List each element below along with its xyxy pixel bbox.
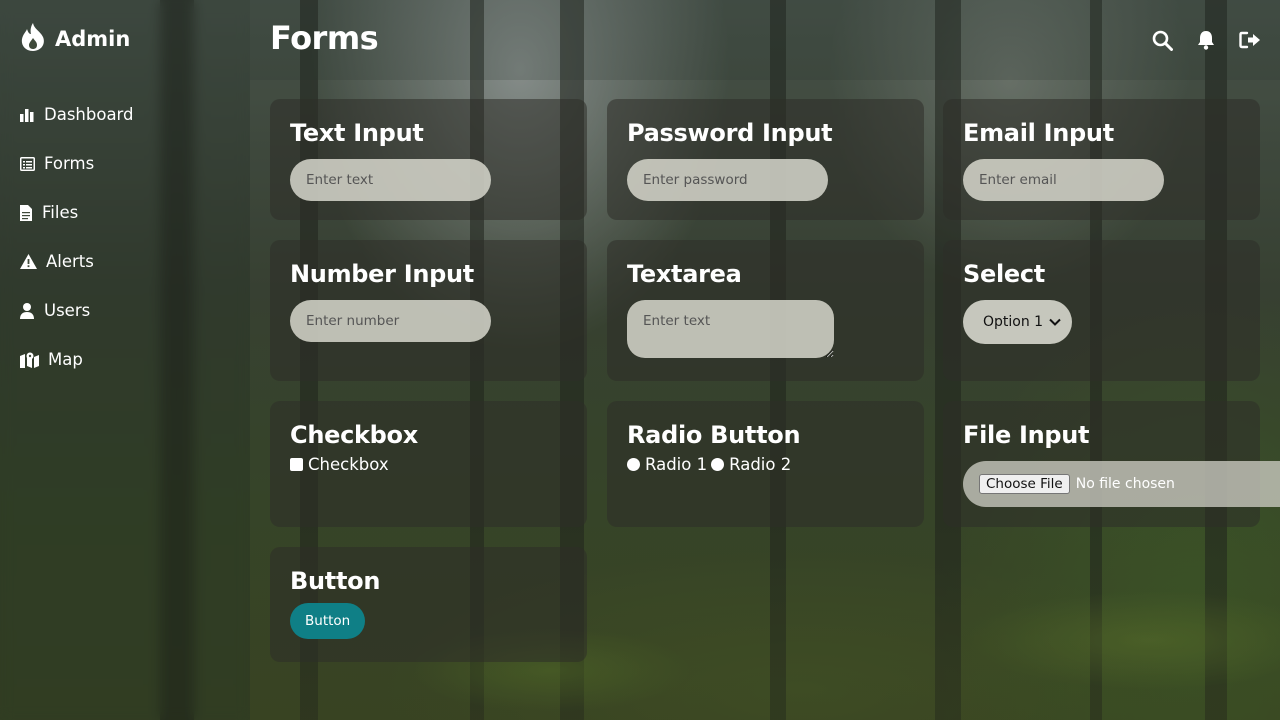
- card-title: Password Input: [627, 119, 833, 147]
- sidebar-item-users[interactable]: Users: [20, 286, 134, 335]
- select-dropdown[interactable]: Option 1: [963, 300, 1072, 344]
- primary-button[interactable]: Button: [290, 603, 366, 639]
- bell-icon[interactable]: [1194, 28, 1218, 52]
- sidebar: Admin Dashboard Forms Files Alerts Users…: [0, 0, 250, 720]
- brand-label: Admin: [55, 27, 131, 51]
- radio-button[interactable]: [711, 458, 725, 471]
- card-select: Select Option 1: [943, 240, 1260, 381]
- card-title: Button: [290, 567, 381, 595]
- card-title: Select: [963, 260, 1045, 288]
- radio-button[interactable]: [627, 458, 640, 471]
- warning-icon: [20, 254, 46, 269]
- card-number-input: Number Input: [270, 240, 587, 381]
- radio-label: Radio 1: [645, 455, 708, 474]
- radio-label: Radio 2: [729, 455, 792, 474]
- checkbox-row: Checkbox: [290, 455, 567, 474]
- card-text-input: Text Input: [270, 99, 587, 220]
- sidebar-item-forms[interactable]: Forms: [20, 139, 134, 188]
- card-title: Email Input: [963, 119, 1114, 147]
- card-title: File Input: [963, 421, 1090, 449]
- choose-file-button[interactable]: Choose File: [979, 474, 1070, 494]
- card-textarea: Textarea: [607, 240, 924, 381]
- map-icon: [20, 352, 48, 368]
- file-icon: [20, 204, 42, 221]
- brand[interactable]: Admin: [20, 22, 130, 56]
- card-checkbox: Checkbox Checkbox: [270, 401, 587, 527]
- file-status: No file chosen: [1075, 476, 1175, 492]
- bar-chart-icon: [20, 108, 44, 122]
- page-title: Forms: [270, 19, 379, 57]
- card-email-input: Email Input: [943, 99, 1260, 220]
- text-input[interactable]: [290, 159, 491, 201]
- email-input[interactable]: [963, 159, 1164, 201]
- chevron-down-icon: [1049, 314, 1061, 330]
- card-password-input: Password Input: [607, 99, 924, 220]
- select-value: Option 1: [983, 314, 1044, 330]
- card-title: Number Input: [290, 260, 474, 288]
- card-file-input: File Input Choose File No file chosen: [943, 401, 1280, 527]
- search-icon[interactable]: [1150, 28, 1174, 52]
- sidebar-item-label: Forms: [44, 154, 95, 173]
- radio-group: Radio 1 Radio 2: [627, 455, 904, 474]
- sidebar-nav: Dashboard Forms Files Alerts Users Map: [20, 90, 134, 384]
- sidebar-item-alerts[interactable]: Alerts: [20, 237, 134, 286]
- file-input: Choose File No file chosen: [963, 461, 1280, 507]
- list-alt-icon: [20, 156, 44, 171]
- card-title: Textarea: [627, 260, 742, 288]
- sidebar-item-label: Map: [48, 350, 83, 369]
- sidebar-item-files[interactable]: Files: [20, 188, 134, 237]
- logout-icon[interactable]: [1238, 28, 1262, 52]
- checkbox-label: Checkbox: [308, 455, 389, 474]
- sidebar-item-map[interactable]: Map: [20, 335, 134, 384]
- top-header: Forms: [250, 0, 1280, 80]
- checkbox[interactable]: [290, 458, 303, 471]
- main-content: Text Input Password Input Email Input Nu…: [250, 80, 1280, 720]
- textarea-field[interactable]: [627, 300, 834, 358]
- card-title: Text Input: [290, 119, 424, 147]
- sidebar-item-label: Dashboard: [44, 105, 134, 124]
- header-actions: [1150, 28, 1262, 52]
- fire-icon: [20, 22, 46, 56]
- card-radio: Radio Button Radio 1 Radio 2: [607, 401, 924, 527]
- card-button: Button Button: [270, 547, 587, 662]
- number-input[interactable]: [290, 300, 491, 342]
- sidebar-item-label: Alerts: [46, 252, 94, 271]
- card-title: Checkbox: [290, 421, 418, 449]
- password-input[interactable]: [627, 159, 828, 201]
- user-icon: [20, 302, 44, 319]
- sidebar-item-dashboard[interactable]: Dashboard: [20, 90, 134, 139]
- sidebar-item-label: Users: [44, 301, 91, 320]
- card-title: Radio Button: [627, 421, 801, 449]
- sidebar-item-label: Files: [42, 203, 79, 222]
